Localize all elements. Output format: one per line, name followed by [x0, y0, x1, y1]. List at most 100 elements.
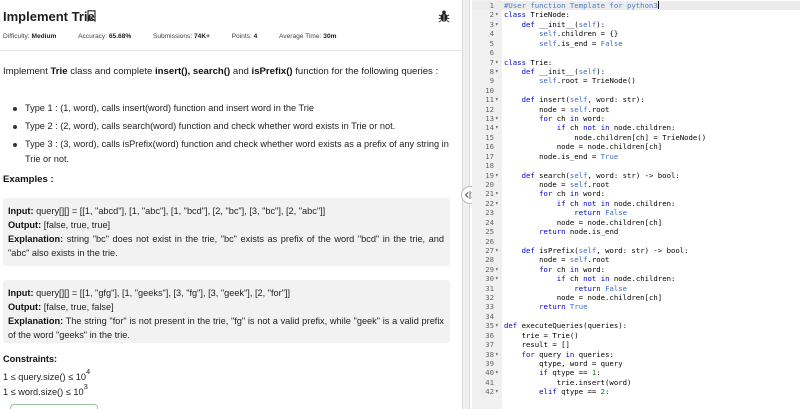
- fold-arrow-icon[interactable]: ▾: [495, 387, 502, 396]
- code-line[interactable]: 6: [472, 48, 800, 57]
- fold-arrow-icon[interactable]: ▾: [495, 199, 502, 208]
- code-line[interactable]: 8 ▾ def __init__(self):: [472, 67, 800, 76]
- code-line[interactable]: 20 node = self.root: [472, 180, 800, 189]
- code-text[interactable]: if qtype == 1:: [504, 368, 601, 377]
- code-text[interactable]: return False: [504, 208, 627, 217]
- code-line[interactable]: 9 self.root = TrieNode(): [472, 76, 800, 85]
- code-line[interactable]: 30 ▾ if ch not in node.children:: [472, 274, 800, 283]
- code-text[interactable]: if ch not in node.children:: [504, 274, 676, 283]
- fold-arrow-icon[interactable]: ▾: [495, 114, 502, 123]
- code-text[interactable]: for ch in word:: [504, 265, 605, 274]
- code-line[interactable]: 28 node = self.root: [472, 255, 800, 264]
- fold-arrow-icon[interactable]: ▾: [495, 246, 502, 255]
- fold-arrow-icon[interactable]: ▾: [495, 350, 502, 359]
- code-text[interactable]: node = self.root: [504, 180, 609, 189]
- code-line[interactable]: 16 node = node.children[ch]: [472, 142, 800, 151]
- code-text[interactable]: def insert(self, word: str):: [504, 95, 645, 104]
- code-line[interactable]: 3 ▾ def __init__(self):: [472, 20, 800, 29]
- code-text[interactable]: class TrieNode:: [504, 10, 570, 19]
- code-text[interactable]: for query in queries:: [504, 350, 614, 359]
- code-text[interactable]: node = self.root: [504, 105, 609, 114]
- code-text[interactable]: return False: [504, 284, 627, 293]
- code-text[interactable]: def search(self, word: str) -> bool:: [504, 171, 680, 180]
- code-text[interactable]: def executeQueries(queries):: [504, 321, 627, 330]
- code-line[interactable]: 33 return True: [472, 302, 800, 311]
- code-text[interactable]: return node.is_end: [504, 227, 618, 236]
- code-line[interactable]: 35 ▾ def executeQueries(queries):: [472, 321, 800, 330]
- fold-arrow-icon[interactable]: ▾: [495, 95, 502, 104]
- code-line[interactable]: 32 node = node.children[ch]: [472, 293, 800, 302]
- fold-arrow-icon[interactable]: ▾: [495, 171, 502, 180]
- code-text[interactable]: self.root = TrieNode(): [504, 76, 636, 85]
- code-line[interactable]: 34: [472, 312, 800, 321]
- code-text[interactable]: #User function Template for python3: [504, 1, 659, 10]
- code-text[interactable]: node = node.children[ch]: [504, 142, 662, 151]
- code-line[interactable]: 1 #User function Template for python3: [472, 1, 800, 11]
- code-line[interactable]: 11 ▾ def insert(self, word: str):: [472, 95, 800, 104]
- fold-arrow-icon[interactable]: ▾: [495, 10, 502, 19]
- code-line[interactable]: 21 ▾ for ch in word:: [472, 189, 800, 198]
- bug-report-icon[interactable]: [438, 9, 450, 23]
- code-text[interactable]: if ch not in node.children:: [504, 199, 676, 208]
- fold-arrow-icon[interactable]: ▾: [495, 20, 502, 29]
- code-text[interactable]: self.is_end = False: [504, 39, 622, 48]
- code-line[interactable]: 23 return False: [472, 208, 800, 217]
- code-text[interactable]: return True: [504, 302, 587, 311]
- code-line[interactable]: 24 node = node.children[ch]: [472, 218, 800, 227]
- code-line[interactable]: 38 ▾ for query in queries:: [472, 350, 800, 359]
- code-line[interactable]: 17 node.is_end = True: [472, 152, 800, 161]
- code-text[interactable]: def __init__(self):: [504, 67, 606, 76]
- code-line[interactable]: 27 ▾ def isPrefix(self, word: str) -> boo…: [472, 246, 800, 255]
- code-text[interactable]: trie.insert(word): [504, 378, 632, 387]
- code-line[interactable]: 37 result = []: [472, 340, 800, 349]
- code-text[interactable]: node.is_end = True: [504, 152, 618, 161]
- fold-arrow-icon[interactable]: ▾: [495, 67, 502, 76]
- code-text[interactable]: result = []: [504, 340, 570, 349]
- code-text[interactable]: for ch in word:: [504, 189, 605, 198]
- code-line[interactable]: 31 return False: [472, 284, 800, 293]
- code-line[interactable]: 19 ▾ def search(self, word: str) -> bool:: [472, 171, 800, 180]
- panel-splitter[interactable]: [462, 0, 470, 409]
- code-text[interactable]: node = self.root: [504, 255, 609, 264]
- code-line[interactable]: 40 ▾ if qtype == 1:: [472, 368, 800, 377]
- code-text[interactable]: elif qtype == 2:: [504, 387, 609, 396]
- code-line[interactable]: 7 ▾ class Trie:: [472, 58, 800, 67]
- code-line[interactable]: 15 node.children[ch] = TrieNode(): [472, 133, 800, 142]
- code-line[interactable]: 36 trie = Trie(): [472, 331, 800, 340]
- code-line[interactable]: 41 trie.insert(word): [472, 378, 800, 387]
- fold-arrow-icon[interactable]: ▾: [495, 265, 502, 274]
- code-line[interactable]: 22 ▾ if ch not in node.children:: [472, 199, 800, 208]
- code-line[interactable]: 5 self.is_end = False: [472, 39, 800, 48]
- code-line[interactable]: 18: [472, 161, 800, 170]
- code-text[interactable]: class Trie:: [504, 58, 552, 67]
- code-line[interactable]: 12 node = self.root: [472, 105, 800, 114]
- code-text[interactable]: node = node.children[ch]: [504, 293, 662, 302]
- code-text[interactable]: qtype, word = query: [504, 359, 622, 368]
- bookmark-icon[interactable]: [87, 10, 96, 22]
- code-line[interactable]: 13 ▾ for ch in word:: [472, 114, 800, 123]
- code-text[interactable]: node = node.children[ch]: [504, 218, 662, 227]
- fold-arrow-icon[interactable]: ▾: [495, 368, 502, 377]
- code-line[interactable]: 29 ▾ for ch in word:: [472, 265, 800, 274]
- code-text[interactable]: if ch not in node.children:: [504, 123, 676, 132]
- code-line[interactable]: 42 ▾ elif qtype == 2:: [472, 387, 800, 396]
- code-text[interactable]: trie = Trie(): [504, 331, 579, 340]
- code-line[interactable]: 4 self.children = {}: [472, 29, 800, 38]
- code-text[interactable]: node.children[ch] = TrieNode(): [504, 133, 706, 142]
- code-line[interactable]: 25 return node.is_end: [472, 227, 800, 236]
- code-line[interactable]: 2 ▾ class TrieNode:: [472, 10, 800, 19]
- fold-arrow-icon[interactable]: ▾: [495, 274, 502, 283]
- code-line[interactable]: 26: [472, 237, 800, 246]
- code-editor[interactable]: 1 #User function Template for python3 2 ▾ cl…: [472, 0, 800, 409]
- fold-arrow-icon[interactable]: ▾: [495, 321, 502, 330]
- code-line[interactable]: 10: [472, 86, 800, 95]
- code-line[interactable]: 39 qtype, word = query: [472, 359, 800, 368]
- bottom-action-button[interactable]: [10, 404, 98, 409]
- code-text[interactable]: def __init__(self):: [504, 20, 606, 29]
- code-text[interactable]: for ch in word:: [504, 114, 605, 123]
- fold-arrow-icon[interactable]: ▾: [495, 58, 502, 67]
- code-text[interactable]: self.children = {}: [504, 29, 618, 38]
- code-line[interactable]: 14 ▾ if ch not in node.children:: [472, 123, 800, 132]
- fold-arrow-icon[interactable]: ▾: [495, 123, 502, 132]
- fold-arrow-icon[interactable]: ▾: [495, 189, 502, 198]
